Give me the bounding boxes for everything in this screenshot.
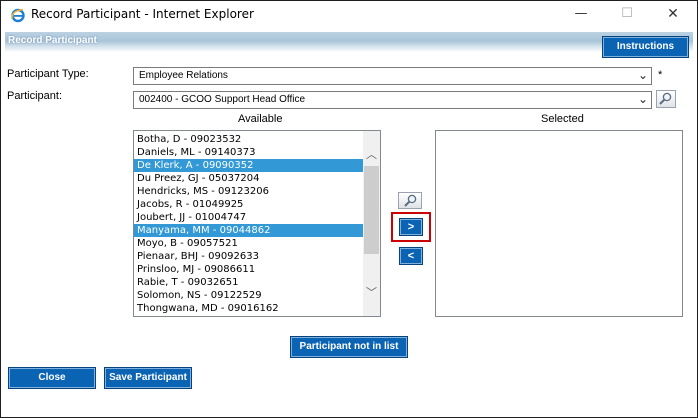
list-item[interactable]: Hendricks, MS - 09123206 <box>134 185 380 198</box>
list-item[interactable]: Jacobs, R - 01049925 <box>134 198 380 211</box>
page-title: Record Participant <box>8 35 97 46</box>
page-header: Record Participant <box>5 32 693 52</box>
instructions-button[interactable]: Instructions <box>602 36 689 58</box>
participant-type-select[interactable]: Employee Relations ⌄ <box>133 67 652 85</box>
minimize-button[interactable]: — <box>566 5 596 23</box>
remove-from-selected-button[interactable]: < <box>399 247 423 265</box>
list-item[interactable]: Du Preez, GJ - 05037204 <box>134 172 380 185</box>
participant-label: Participant: <box>7 90 63 102</box>
list-item[interactable]: Rabie, T - 09032651 <box>134 276 380 289</box>
available-header: Available <box>238 113 283 125</box>
internet-explorer-icon <box>11 8 25 23</box>
window-title: Record Participant - Internet Explorer <box>31 7 254 21</box>
close-window-button[interactable]: ✕ <box>658 5 688 23</box>
list-item[interactable]: Joubert, JJ - 01004747 <box>134 211 380 224</box>
magnifier-icon <box>404 194 417 207</box>
chevron-down-icon: ⌄ <box>637 92 648 106</box>
participant-value: 002400 - GCOO Support Head Office <box>139 94 306 105</box>
selected-header: Selected <box>541 113 584 125</box>
list-item[interactable]: Thongwana, MD - 09016162 <box>134 302 380 315</box>
selected-list[interactable] <box>435 130 683 317</box>
available-items: Botha, D - 09023532 Daniels, ML - 0914037… <box>134 131 380 315</box>
add-to-selected-button[interactable]: > <box>399 218 423 236</box>
maximize-button[interactable]: ☐ <box>612 5 642 23</box>
save-participant-button[interactable]: Save Participant <box>104 367 192 389</box>
title-bar: Record Participant - Internet Explorer —… <box>1 1 697 29</box>
chevron-down-icon: ⌄ <box>637 68 648 82</box>
scroll-down-icon[interactable]: ﹀ <box>363 284 380 301</box>
participant-type-value: Employee Relations <box>139 70 228 81</box>
list-item[interactable]: Daniels, ML - 09140373 <box>134 146 380 159</box>
list-item[interactable]: Solomon, NS - 09122529 <box>134 289 380 302</box>
available-scrollbar[interactable]: ︿ ﹀ <box>363 131 380 316</box>
list-item[interactable]: Pienaar, BHJ - 09092633 <box>134 250 380 263</box>
list-item[interactable]: Manyama, MM - 09044862 <box>134 224 380 237</box>
required-marker: * <box>658 69 663 81</box>
ie-window: Record Participant - Internet Explorer —… <box>0 0 698 418</box>
list-item[interactable]: Botha, D - 09023532 <box>134 133 380 146</box>
magnifier-icon <box>659 92 672 105</box>
list-search-button[interactable] <box>398 192 422 209</box>
scroll-up-icon[interactable]: ︿ <box>363 146 380 163</box>
participant-type-label: Participant Type: <box>7 68 89 80</box>
close-button[interactable]: Close <box>8 367 96 389</box>
participant-select[interactable]: 002400 - GCOO Support Head Office ⌄ <box>133 91 652 109</box>
list-item[interactable]: Prinsloo, MJ - 09086611 <box>134 263 380 276</box>
participant-not-in-list-button[interactable]: Participant not in list <box>290 336 408 358</box>
available-list[interactable]: Botha, D - 09023532 Daniels, ML - 0914037… <box>133 130 381 317</box>
scroll-thumb[interactable] <box>364 166 379 254</box>
list-item[interactable]: Moyo, B - 09057521 <box>134 237 380 250</box>
participant-search-button[interactable] <box>656 90 676 108</box>
list-item[interactable]: De Klerk, A - 09090352 <box>134 159 380 172</box>
